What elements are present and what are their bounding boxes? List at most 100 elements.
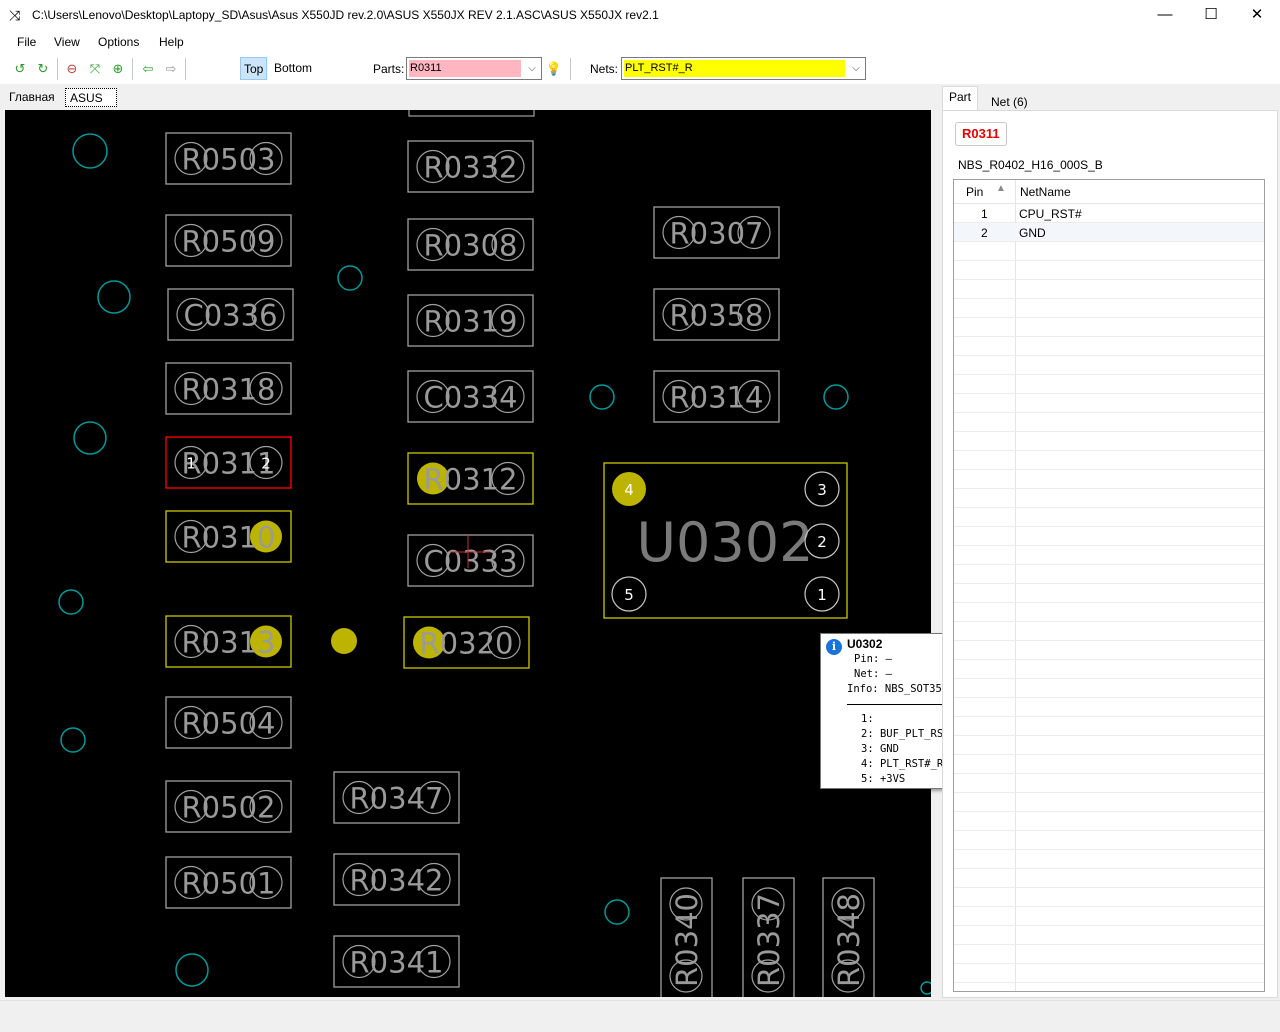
column-header-netname[interactable]: NetName [1020, 185, 1071, 199]
table-row[interactable] [954, 261, 1264, 280]
sort-ascending-icon: ▲ [996, 183, 1006, 194]
menu-options[interactable]: Options [98, 35, 139, 49]
tooltip-pin-line: 3: GND [861, 743, 899, 755]
parts-combo[interactable]: R0311 ⌵ [406, 57, 542, 80]
table-row[interactable]: 1 CPU_RST# [954, 204, 1264, 223]
table-row[interactable] [954, 413, 1264, 432]
table-row[interactable] [954, 945, 1264, 964]
table-row[interactable] [954, 850, 1264, 869]
component-label: R0340 [670, 893, 704, 987]
tab-board[interactable]: ASUS X550JX rev2 [65, 88, 118, 143]
table-row[interactable] [954, 584, 1264, 603]
table-row[interactable] [954, 622, 1264, 641]
minimize-button[interactable]: — [1142, 0, 1188, 31]
via [72, 133, 108, 169]
table-row[interactable] [954, 660, 1264, 679]
pin-cell: 2 [981, 226, 988, 240]
via [337, 265, 363, 291]
table-row[interactable] [954, 508, 1264, 527]
menu-file[interactable]: File [17, 35, 36, 49]
pin-number: 2 [817, 533, 827, 551]
tooltip-pin-line: 4: PLT_RST#_R [861, 758, 944, 770]
table-row[interactable] [954, 964, 1264, 983]
table-row[interactable] [954, 717, 1264, 736]
column-header-pin[interactable]: Pin [966, 185, 983, 199]
tab-main[interactable]: Главная [5, 88, 59, 107]
title-bar: ⤨ C:\Users\Lenovo\Desktop\Laptopy_SD\Asu… [0, 0, 1280, 31]
table-row[interactable] [954, 337, 1264, 356]
table-row[interactable] [954, 280, 1264, 299]
component-label: R0310 [182, 521, 276, 555]
component-label: R0337 [752, 893, 786, 987]
component-label: R0509 [182, 225, 276, 259]
window-title: C:\Users\Lenovo\Desktop\Laptopy_SD\Asus\… [32, 8, 659, 22]
table-row[interactable] [954, 926, 1264, 945]
menu-help[interactable]: Help [159, 35, 184, 49]
table-row[interactable] [954, 888, 1264, 907]
table-row[interactable]: 2 GND [954, 223, 1264, 242]
table-row[interactable] [954, 432, 1264, 451]
parts-label: Parts: [373, 62, 405, 76]
table-row[interactable] [954, 451, 1264, 470]
toolbar-separator [570, 58, 571, 80]
zoom-in-icon[interactable]: ⊕ [109, 60, 127, 78]
table-row[interactable] [954, 565, 1264, 584]
table-row[interactable] [954, 793, 1264, 812]
lightbulb-icon[interactable]: 💡 [545, 60, 563, 78]
component-label: R0319 [424, 305, 518, 339]
table-row[interactable] [954, 831, 1264, 850]
table-row[interactable] [954, 869, 1264, 888]
chevron-down-icon[interactable]: ⌵ [523, 58, 541, 79]
table-row[interactable] [954, 812, 1264, 831]
table-row[interactable] [954, 736, 1264, 755]
table-row[interactable] [954, 242, 1264, 261]
side-top-button[interactable]: Top [240, 57, 268, 80]
table-row[interactable] [954, 546, 1264, 565]
table-row[interactable] [954, 641, 1264, 660]
table-row[interactable] [954, 698, 1264, 717]
table-row[interactable] [954, 356, 1264, 375]
table-row[interactable] [954, 375, 1264, 394]
table-row[interactable] [954, 318, 1264, 337]
pin-number: 4 [624, 481, 634, 499]
app-icon: ⤨ [9, 7, 21, 23]
table-row[interactable] [954, 679, 1264, 698]
back-arrow-icon[interactable]: ⇦ [139, 60, 157, 78]
pin-number: 3 [817, 481, 827, 499]
table-row[interactable] [954, 489, 1264, 508]
rotate-left-icon[interactable]: ↺ [11, 60, 29, 78]
tooltip-pin-line: 1: [861, 713, 874, 725]
table-row[interactable] [954, 394, 1264, 413]
board-canvas[interactable]: R0503R0509C0336R0318R03111 2R0310R0313R05… [5, 110, 931, 997]
component-label: U0302 [637, 511, 814, 574]
component-label: R0348 [832, 893, 866, 987]
pin-number: 5 [624, 586, 634, 604]
component-label: R0313 [182, 626, 276, 660]
board-view[interactable]: R0503 R0509 C0336 R0318 R0311 1 2 R0310 R0313 R05… [5, 110, 931, 997]
component-label: R0314 [670, 381, 764, 415]
tab-part[interactable]: Part [942, 86, 979, 110]
table-row[interactable] [954, 755, 1264, 774]
pin-table[interactable]: Pin ▲ NetName 1 CPU_RST# 2 GND [953, 179, 1265, 992]
chevron-down-icon[interactable]: ⌵ [847, 58, 865, 79]
close-button[interactable]: ✕ [1234, 0, 1280, 31]
maximize-button[interactable]: ☐ [1188, 0, 1234, 31]
toolbar-separator [185, 58, 186, 80]
table-row[interactable] [954, 527, 1264, 546]
table-header: Pin ▲ NetName [954, 180, 1264, 204]
component-label: R0308 [424, 229, 518, 263]
tooltip-title: U0302 [847, 637, 883, 651]
zoom-out-icon[interactable]: ⊖ [63, 60, 81, 78]
table-row[interactable] [954, 299, 1264, 318]
table-row[interactable] [954, 603, 1264, 622]
rotate-right-icon[interactable]: ↻ [34, 60, 52, 78]
menu-view[interactable]: View [54, 35, 80, 49]
table-row[interactable] [954, 907, 1264, 926]
table-row[interactable] [954, 470, 1264, 489]
side-bottom-button[interactable]: Bottom [271, 57, 315, 80]
zoom-fit-icon[interactable]: ⤧ [86, 60, 104, 78]
table-row[interactable] [954, 774, 1264, 793]
nets-combo[interactable]: PLT_RST#_R ⌵ [621, 57, 866, 80]
via [175, 953, 209, 987]
forward-arrow-icon[interactable]: ⇨ [162, 60, 180, 78]
